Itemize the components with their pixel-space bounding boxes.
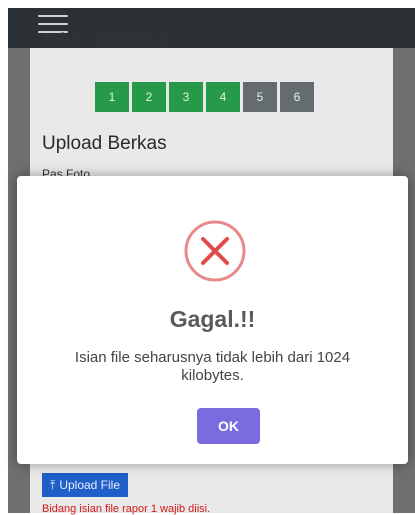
ok-button[interactable]: OK — [197, 408, 260, 444]
step-4[interactable]: 4 — [206, 82, 240, 112]
upload-icon: ⤒ — [50, 477, 56, 492]
step-3[interactable]: 3 — [169, 82, 203, 112]
step-5[interactable]: 5 — [243, 82, 277, 112]
error-dialog: Gagal.!! Isian file seharusnya tidak leb… — [17, 176, 408, 464]
step-1[interactable]: 1 — [95, 82, 129, 112]
step-indicator: 1 2 3 4 5 6 — [95, 82, 314, 112]
upload-file-label: Upload File — [59, 478, 121, 492]
dialog-title: Gagal.!! — [169, 306, 256, 332]
upload-heading: Upload Berkas — [42, 133, 167, 154]
step-2[interactable]: 2 — [132, 82, 166, 112]
section-heading-partial: Jalur: Prestasi — [40, 30, 165, 50]
error-x-icon — [184, 220, 246, 282]
validation-error-text: Bidang isian file rapor 1 wajib diisi. — [42, 503, 211, 515]
dialog-message: Isian file seharusnya tidak lebih dari 1… — [74, 349, 351, 384]
upload-file-button[interactable]: ⤒ Upload File — [42, 473, 129, 497]
step-6[interactable]: 6 — [280, 82, 314, 112]
